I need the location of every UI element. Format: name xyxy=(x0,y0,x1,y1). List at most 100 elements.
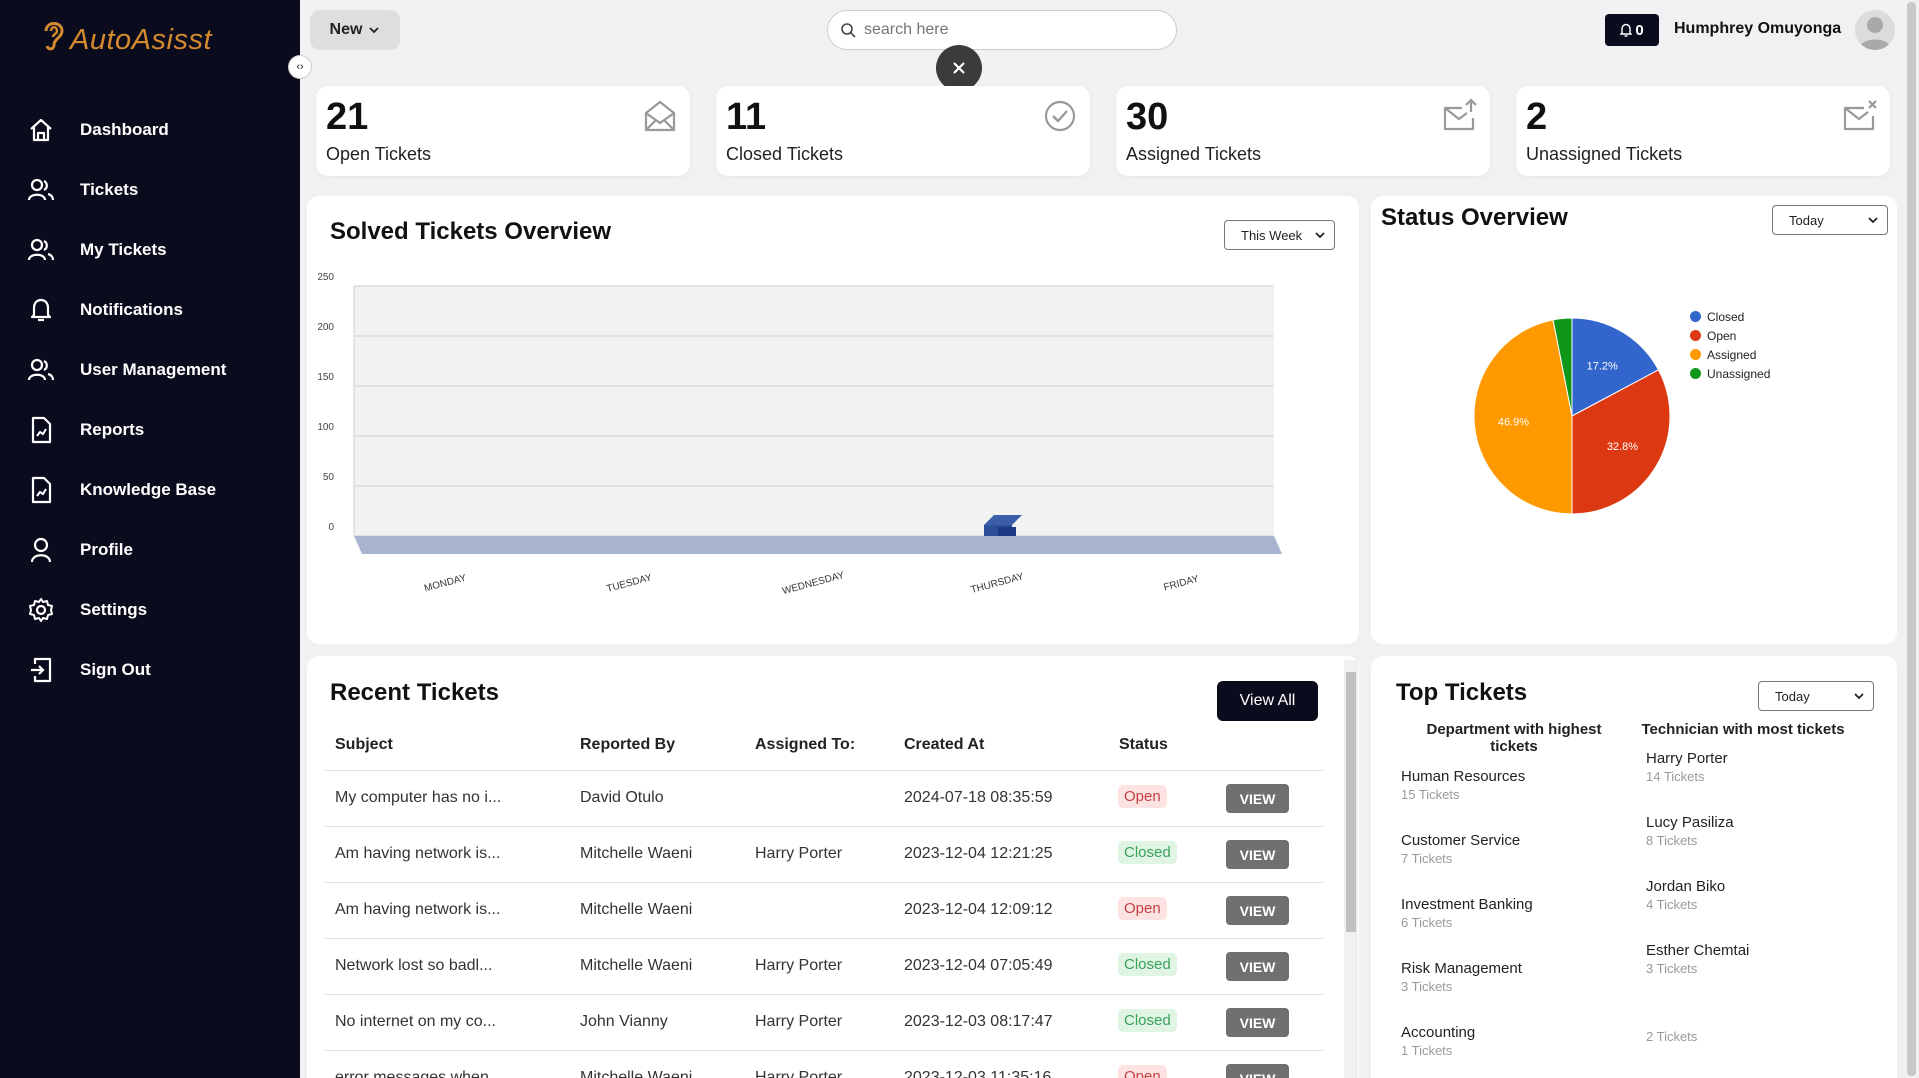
top-tickets-title: Top Tickets xyxy=(1396,679,1528,706)
technician-ticket-count: 14 Tickets xyxy=(1646,769,1705,784)
table-row[interactable]: No internet on my co... John Vianny Harry … xyxy=(325,994,1323,1050)
status-overview-filter[interactable]: Today xyxy=(1772,205,1888,235)
pie-slice-label: 32.8% xyxy=(1607,441,1638,453)
legend-item-assigned[interactable]: Assigned xyxy=(1690,345,1770,364)
cell-reported-by: David Otulo xyxy=(580,789,664,806)
sidebar-item-knowledge-base[interactable]: Knowledge Base xyxy=(0,460,300,520)
top-tickets-filter[interactable]: Today xyxy=(1758,681,1874,711)
sidebar-item-label: Dashboard xyxy=(80,120,169,139)
cell-reported-by: Mitchelle Waeni xyxy=(580,957,693,974)
search-icon xyxy=(841,23,856,38)
technician-item: Jordan Biko 4 Tickets xyxy=(1646,878,1725,912)
sidebar-nav: Dashboard Tickets My Tickets Notificatio… xyxy=(0,100,300,700)
stat-card-unassigned: 2 Unassigned Tickets xyxy=(1516,86,1890,176)
page-scrollbar[interactable] xyxy=(1903,0,1919,1078)
chart-floor xyxy=(354,536,1282,554)
new-button[interactable]: New xyxy=(310,10,400,50)
view-ticket-button[interactable]: VIEW xyxy=(1226,1064,1289,1078)
sidebar-item-my-tickets[interactable]: My Tickets xyxy=(0,220,300,280)
y-tick-label: 50 xyxy=(323,472,335,483)
sidebar-item-sign-out[interactable]: Sign Out xyxy=(0,640,300,700)
app-logo[interactable]: AutoAsisst xyxy=(40,12,212,57)
department-name: Human Resources xyxy=(1401,768,1526,785)
view-ticket-button[interactable]: VIEW xyxy=(1226,840,1289,869)
sidebar-toggle-button[interactable]: ‹› xyxy=(288,55,312,79)
technician-ticket-count: 2 Tickets xyxy=(1646,1029,1698,1044)
column-header-status[interactable]: Status xyxy=(1119,736,1168,754)
stat-value: 11 xyxy=(726,96,767,138)
legend-label: Closed xyxy=(1707,309,1745,324)
department-item: Accounting 1 Tickets xyxy=(1401,1024,1475,1058)
chevron-down-icon xyxy=(1315,232,1325,239)
report-icon xyxy=(26,475,56,505)
view-ticket-button[interactable]: VIEW xyxy=(1226,896,1289,925)
sidebar-item-notifications[interactable]: Notifications xyxy=(0,280,300,340)
stat-value: 2 xyxy=(1526,96,1548,138)
cell-reported-by: Mitchelle Waeni xyxy=(580,1069,693,1078)
stat-label: Closed Tickets xyxy=(726,144,844,164)
cell-reported-by: Mitchelle Waeni xyxy=(580,845,693,862)
close-button[interactable] xyxy=(936,45,982,91)
view-ticket-button[interactable]: VIEW xyxy=(1226,952,1289,981)
technician-ticket-count: 8 Tickets xyxy=(1646,833,1698,848)
technician-name: Lucy Pasiliza xyxy=(1646,814,1734,831)
cell-assigned-to: Harry Porter xyxy=(755,1069,843,1078)
status-badge: Closed xyxy=(1118,841,1177,864)
column-header-assigned-to[interactable]: Assigned To: xyxy=(755,736,855,754)
stat-card-assigned: 30 Assigned Tickets xyxy=(1116,86,1490,176)
stat-label: Open Tickets xyxy=(326,144,432,164)
sidebar-item-reports[interactable]: Reports xyxy=(0,400,300,460)
avatar[interactable] xyxy=(1855,10,1895,50)
sidebar-item-label: Reports xyxy=(80,420,145,439)
table-row[interactable]: My computer has no i... David Otulo 2024-0… xyxy=(325,770,1323,826)
legend-item-unassigned[interactable]: Unassigned xyxy=(1690,364,1770,383)
search-input[interactable] xyxy=(864,21,1154,39)
table-scrollbar[interactable] xyxy=(1344,660,1358,1078)
column-header-subject[interactable]: Subject xyxy=(335,736,393,754)
table-row[interactable]: Am having network is... Mitchelle Waeni Ha… xyxy=(325,826,1323,882)
legend-label: Assigned xyxy=(1707,347,1757,362)
gear-icon xyxy=(26,595,56,625)
department-ticket-count: 15 Tickets xyxy=(1401,787,1460,802)
solved-tickets-bar-chart: 0 50 100 150 200 250 MONDAY TUESDAY WEDNESDAY THU… xyxy=(318,272,1282,597)
department-name: Customer Service xyxy=(1401,832,1521,849)
sidebar-item-dashboard[interactable]: Dashboard xyxy=(0,100,300,160)
page-scroll-thumb[interactable] xyxy=(1907,2,1916,1076)
table-row[interactable]: Am having network is... Mitchelle Waeni 20… xyxy=(325,882,1323,938)
sidebar-item-profile[interactable]: Profile xyxy=(0,520,300,580)
sidebar-item-user-management[interactable]: User Management xyxy=(0,340,300,400)
notifications-button[interactable]: 0 xyxy=(1605,14,1659,46)
users-icon xyxy=(26,235,56,265)
technician-item: Lucy Pasiliza 8 Tickets xyxy=(1646,814,1734,848)
technician-column-heading: Technician with most tickets xyxy=(1641,721,1845,738)
department-column-heading: Department with highest tickets xyxy=(1426,721,1602,755)
sidebar-item-label: Profile xyxy=(80,540,133,559)
table-row[interactable]: error messages when... Mitchelle Waeni Har… xyxy=(325,1050,1323,1078)
view-ticket-button[interactable]: VIEW xyxy=(1226,784,1289,813)
view-all-button[interactable]: View All xyxy=(1217,681,1318,721)
user-name[interactable]: Humphrey Omuyonga xyxy=(1674,20,1841,38)
notification-count: 0 xyxy=(1635,21,1644,39)
legend-item-open[interactable]: Open xyxy=(1690,326,1770,345)
bar-side xyxy=(998,527,1016,536)
view-ticket-button[interactable]: VIEW xyxy=(1226,1008,1289,1037)
report-icon xyxy=(26,415,56,445)
legend-label: Unassigned xyxy=(1707,366,1771,381)
cell-assigned-to: Harry Porter xyxy=(755,957,843,974)
sidebar-item-settings[interactable]: Settings xyxy=(0,580,300,640)
table-scroll-thumb[interactable] xyxy=(1346,672,1356,932)
sidebar-item-tickets[interactable]: Tickets xyxy=(0,160,300,220)
brand-name: AutoAsisst xyxy=(70,24,212,56)
solved-overview-filter[interactable]: This Week xyxy=(1224,220,1335,250)
users-icon xyxy=(26,355,56,385)
close-icon xyxy=(953,62,965,74)
table-row[interactable]: Network lost so badl... Mitchelle Waeni Ha… xyxy=(325,938,1323,994)
plot-background xyxy=(354,286,1274,536)
stat-value: 30 xyxy=(1126,96,1169,138)
legend-item-closed[interactable]: Closed xyxy=(1690,307,1770,326)
search-bar[interactable] xyxy=(827,10,1177,50)
department-ticket-count: 7 Tickets xyxy=(1401,851,1453,866)
column-header-created-at[interactable]: Created At xyxy=(904,736,984,754)
column-header-reported-by[interactable]: Reported By xyxy=(580,736,675,754)
pie-legend: Closed Open Assigned Unassigned xyxy=(1690,307,1770,383)
